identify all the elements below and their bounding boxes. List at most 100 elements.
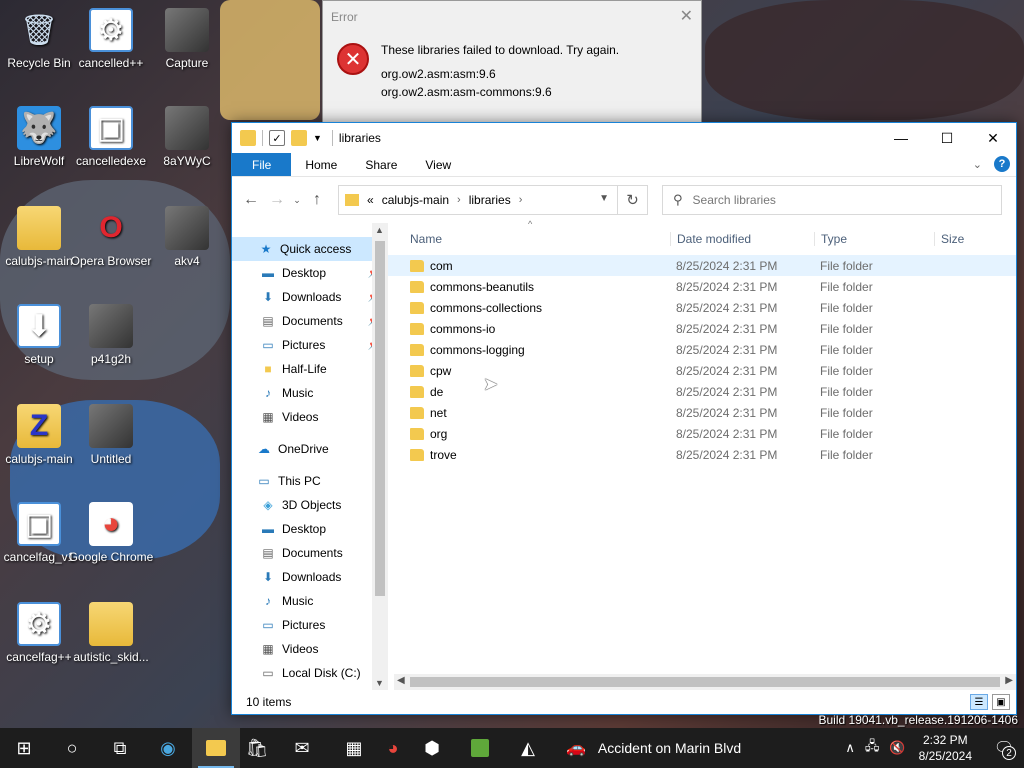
chevron-down-icon[interactable]: ▼ [375,678,384,688]
customize-toolbar-icon[interactable]: ▼ [313,133,322,143]
nav-item-desktop[interactable]: ▬Desktop📌 [232,261,388,285]
scrollbar-thumb[interactable] [375,241,385,596]
file-name-cell[interactable]: trove [410,448,670,462]
file-name-cell[interactable]: commons-beanutils [410,280,670,294]
chevron-right-icon[interactable]: › [519,194,523,206]
search-box[interactable]: ⚲ Search libraries [662,185,1002,215]
minimize-button[interactable]: — [878,123,924,153]
nav-item-pictures[interactable]: ▭Pictures📌 [232,333,388,357]
desktop-icon[interactable]: Untitled [66,404,156,466]
scrollbar-thumb[interactable] [410,677,1000,687]
desktop-icon[interactable]: ◕ Google Chrome [66,502,156,564]
desktop-icon[interactable]: p41g2h [66,304,156,366]
large-icons-view-button[interactable]: ▣ [992,694,1010,710]
maximize-button[interactable]: ☐ [924,123,970,153]
file-name-cell[interactable]: net [410,406,670,420]
back-button[interactable]: ← [238,191,264,209]
table-row[interactable]: trove 8/25/2024 2:31 PM File folder [388,444,1016,465]
file-name-cell[interactable]: org [410,427,670,441]
error-dialog-titlebar[interactable]: Error ✕ [323,1,701,31]
breadcrumb-parent[interactable]: calubjs-main [382,193,449,207]
table-row[interactable]: commons-logging 8/25/2024 2:31 PM File fol… [388,339,1016,360]
search-button[interactable]: ○ [48,728,96,768]
nav-item-videos[interactable]: ▦ Videos [232,405,388,429]
nav-item-music[interactable]: ♪ Music [232,381,388,405]
nav-scrollbar[interactable]: ▲ ▼ [372,223,388,690]
nav-item-pictures[interactable]: ▭ Pictures [232,613,388,637]
expand-ribbon-icon[interactable]: ⌄ [973,158,982,171]
column-date-modified[interactable]: Date modified [670,232,814,246]
table-row[interactable]: org 8/25/2024 2:31 PM File folder [388,423,1016,444]
file-name-cell[interactable]: com [410,259,670,273]
nav-item-desktop[interactable]: ▬ Desktop [232,517,388,541]
explorer-titlebar[interactable]: ✓ ▼ libraries — ☐ ✕ [232,123,1016,153]
file-name-cell[interactable]: commons-collections [410,301,670,315]
help-icon[interactable]: ? [994,156,1010,172]
chevron-right-icon[interactable]: ▶ [1005,675,1013,686]
app-taskbar-icon[interactable]: ⬢ [408,728,456,768]
new-folder-icon[interactable] [291,130,307,146]
news-widget[interactable]: 🚗 Accident on Marin Blvd [566,738,741,758]
file-name-cell[interactable]: de [410,385,670,399]
nav-item-downloads[interactable]: ⬇ Downloads [232,565,388,589]
breadcrumb-overflow[interactable]: « [367,193,374,207]
nav-item-videos[interactable]: ▦ Videos [232,637,388,661]
desktop-icon[interactable]: Capture [142,8,232,70]
table-row[interactable]: commons-io 8/25/2024 2:31 PM File folder [388,318,1016,339]
tab-view[interactable]: View [411,153,465,176]
search-input[interactable]: Search libraries [693,193,776,207]
librewolf-taskbar-icon[interactable]: ◉ [144,728,192,768]
nav-item-downloads[interactable]: ⬇Downloads📌 [232,285,388,309]
close-icon[interactable]: ✕ [680,6,693,26]
nav-item-half-life[interactable]: ■ Half-Life [232,357,388,381]
clock[interactable]: 2:32 PM 8/25/2024 [919,732,972,764]
close-button[interactable]: ✕ [970,123,1016,153]
nav-quick-access[interactable]: ★ Quick access [232,237,388,261]
minecraft-taskbar-icon[interactable] [456,728,504,768]
desktop-icon[interactable]: 8aYWyC [142,106,232,168]
nav-item-documents[interactable]: ▤ Documents [232,541,388,565]
tab-share[interactable]: Share [351,153,411,176]
nav-item-local-disk-c[interactable]: ▭ Local Disk (C:) [232,661,388,685]
address-bar[interactable]: « calubjs-main › libraries › ▼ ↻ [338,185,648,215]
nav-this-pc[interactable]: ▭ This PC [232,469,388,493]
chrome-taskbar-icon[interactable]: ◕ [378,728,408,768]
nav-item-music[interactable]: ♪ Music [232,589,388,613]
forward-button[interactable]: → [264,191,290,209]
column-type[interactable]: Type [814,232,934,246]
table-row[interactable]: com 8/25/2024 2:31 PM File folder [388,255,1016,276]
nav-item-3d-objects[interactable]: ◈ 3D Objects [232,493,388,517]
chevron-up-icon[interactable]: ∧ [845,740,855,756]
chevron-right-icon[interactable]: › [457,194,461,206]
recent-locations-icon[interactable]: ⌄ [290,195,304,206]
mail-taskbar-icon[interactable]: ✉ [274,728,330,768]
chevron-left-icon[interactable]: ◀ [397,675,405,686]
desktop-icon[interactable]: akv4 [142,206,232,268]
chevron-down-icon[interactable]: ▼ [599,193,609,204]
chevron-up-icon[interactable]: ▲ [375,225,384,235]
nav-item-documents[interactable]: ▤Documents📌 [232,309,388,333]
details-view-button[interactable]: ☰ [970,694,988,710]
tab-file[interactable]: File [232,153,292,176]
properties-icon[interactable]: ✓ [269,130,285,146]
tab-home[interactable]: Home [291,153,351,176]
breadcrumb-current[interactable]: libraries [469,193,511,207]
file-explorer-taskbar-icon[interactable] [192,728,240,768]
file-name-cell[interactable]: cpw [410,364,670,378]
network-icon[interactable]: 🖧 [865,737,880,759]
column-size[interactable]: Size [934,232,1014,246]
app-taskbar-icon[interactable]: ◭ [504,728,552,768]
up-button[interactable]: ↑ [304,191,330,209]
volume-muted-icon[interactable]: 🔇 [889,740,905,756]
file-name-cell[interactable]: commons-io [410,322,670,336]
start-button[interactable]: ⊞ [0,728,48,768]
desktop-icon[interactable]: autistic_skid... [66,602,156,664]
notification-center-button[interactable]: 🗨 2 [984,728,1024,768]
file-name-cell[interactable]: commons-logging [410,343,670,357]
table-row[interactable]: commons-collections 8/25/2024 2:31 PM File… [388,297,1016,318]
app-taskbar-icon[interactable]: ▦ [330,728,378,768]
task-view-button[interactable]: ⧉ [96,728,144,768]
horizontal-scrollbar[interactable]: ◀ ▶ [394,674,1016,690]
refresh-button[interactable]: ↻ [617,186,647,214]
table-row[interactable]: commons-beanutils 8/25/2024 2:31 PM File f… [388,276,1016,297]
